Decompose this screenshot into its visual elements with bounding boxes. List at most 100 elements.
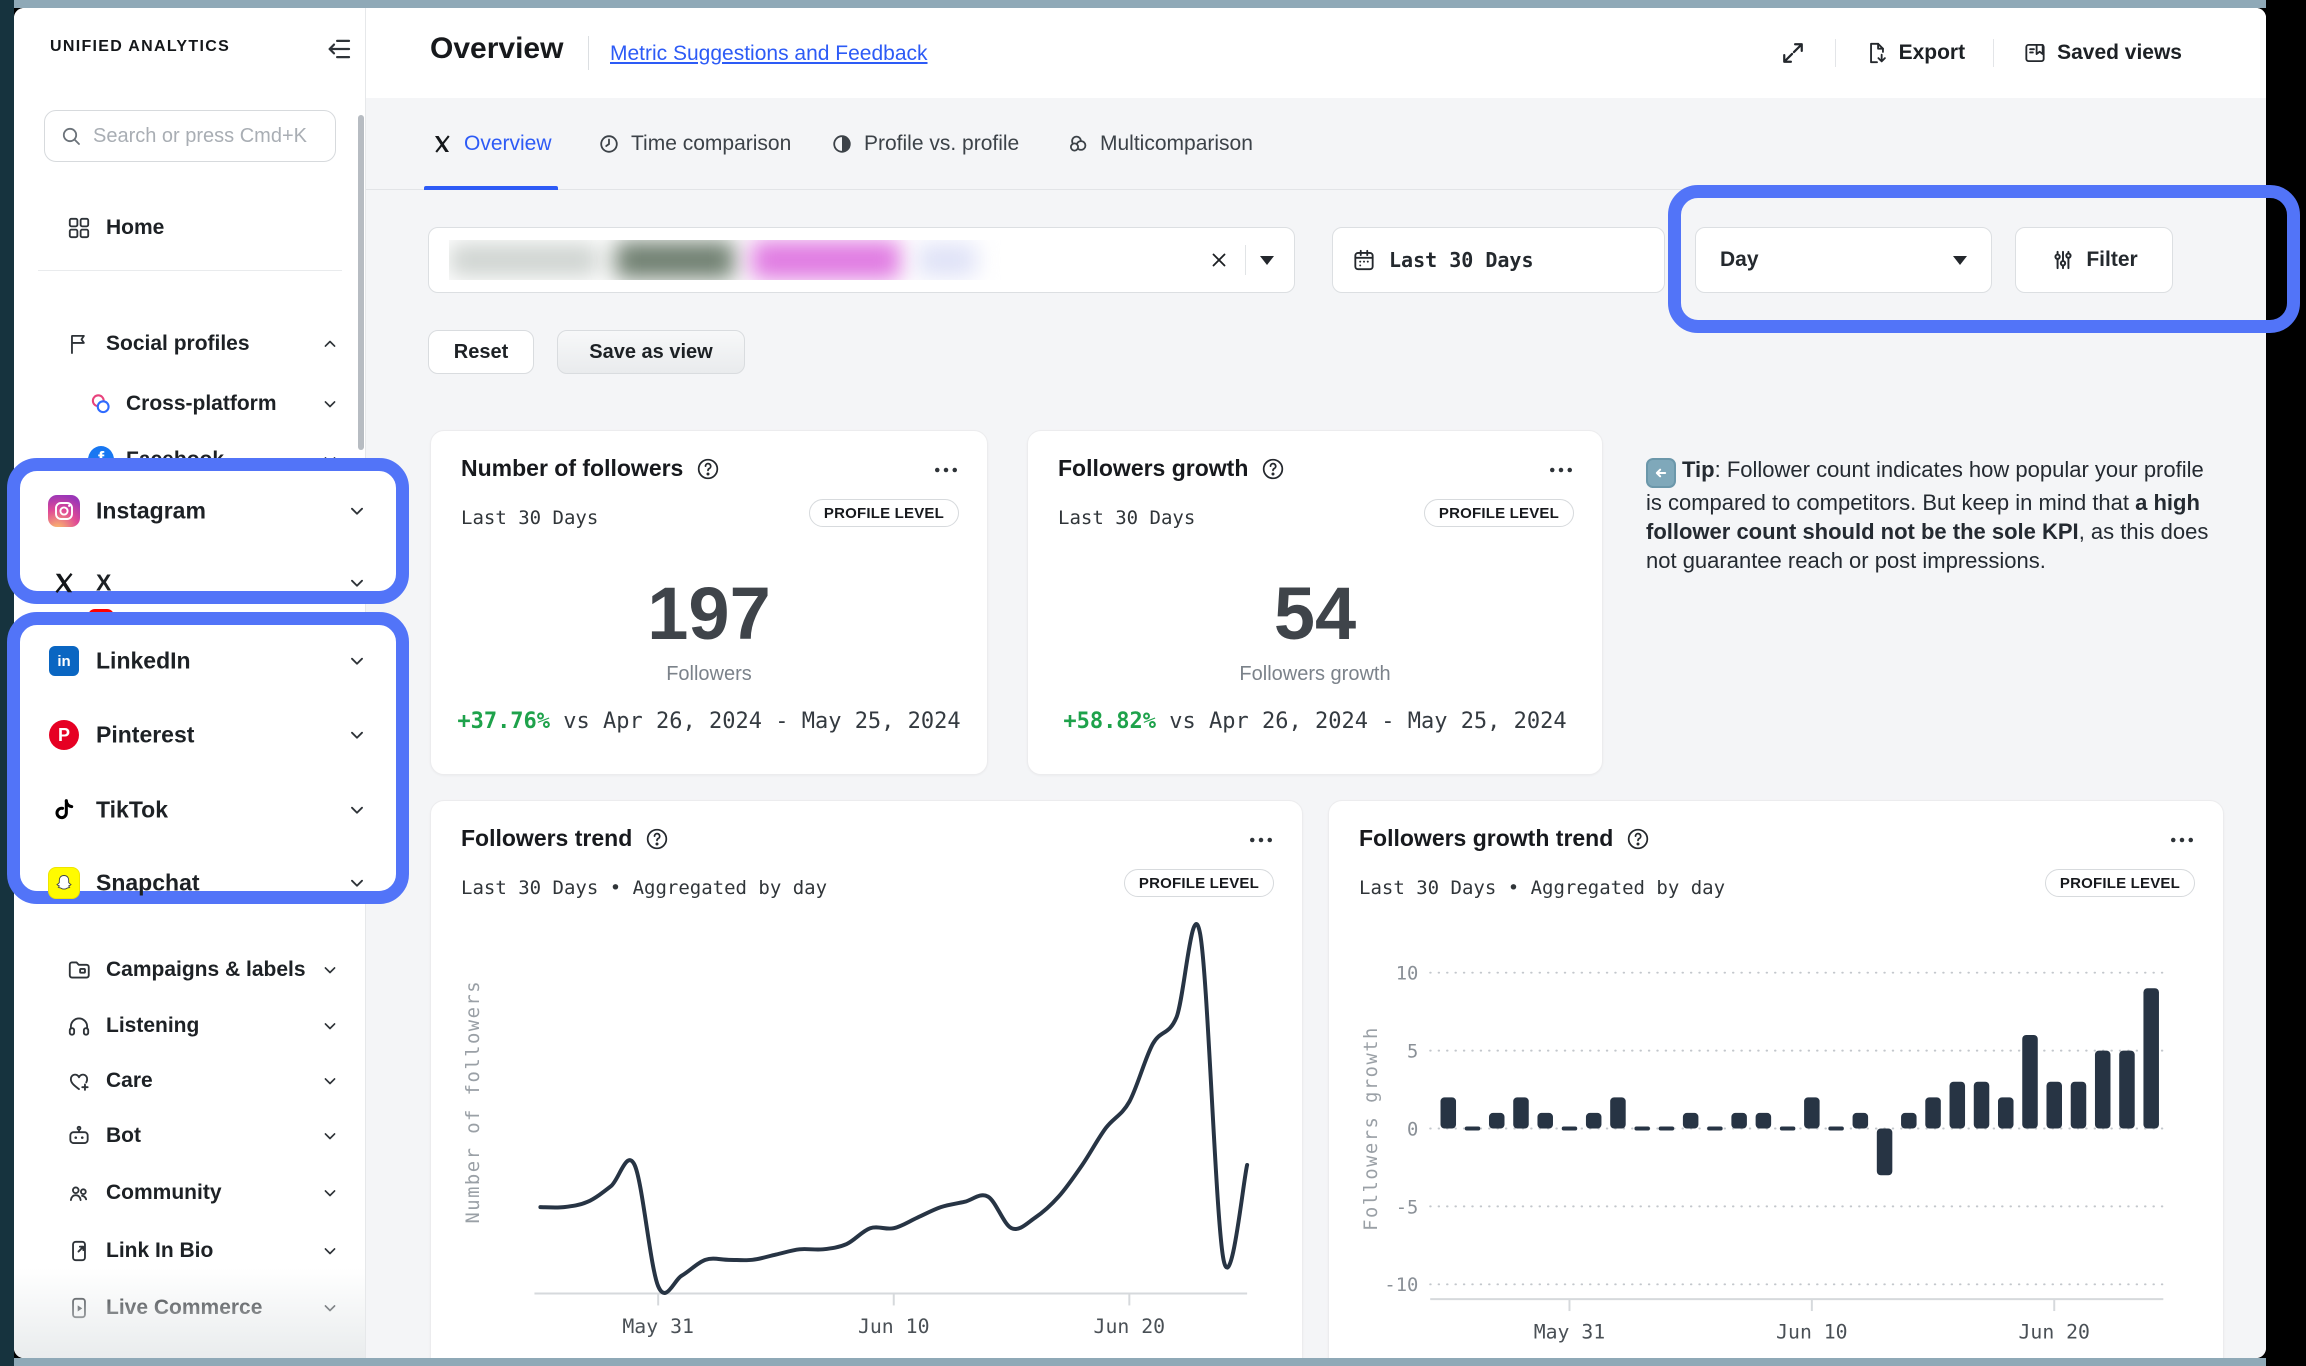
sidebar-item-linkedin[interactable]: in LinkedIn: [20, 625, 396, 697]
sidebar-item-tiktok[interactable]: TikTok: [20, 774, 396, 846]
sidebar-item-label: LinkedIn: [96, 648, 191, 675]
profile-selector[interactable]: [428, 227, 1295, 293]
sidebar-item-care[interactable]: Care: [14, 1053, 366, 1109]
card-menu-icon[interactable]: [2167, 825, 2197, 855]
svg-text:-5: -5: [1396, 1197, 1419, 1218]
card-period: Last 30 Days • Aggregated by day: [1359, 877, 1725, 899]
followers-growth-trend-chart: 1050-5-10May 31Jun 10Jun 20Followers gro…: [1357, 903, 2193, 1354]
help-icon[interactable]: [695, 456, 721, 482]
sidebar-item-listening[interactable]: Listening: [14, 998, 366, 1054]
sidebar-item-x[interactable]: X: [20, 547, 396, 619]
sidebar-item-social-profiles[interactable]: Social profiles: [14, 316, 366, 372]
save-as-view-button[interactable]: Save as view: [557, 330, 745, 374]
phone-play-icon: [66, 1295, 92, 1321]
search-input[interactable]: Search or press Cmd+K: [44, 110, 336, 162]
robot-icon: [66, 1123, 92, 1149]
chevron-down-icon[interactable]: [320, 1183, 340, 1203]
export-label: Export: [1899, 41, 1966, 65]
tab-profile-vs-profile[interactable]: Profile vs. profile: [830, 98, 1019, 190]
phone-link-icon: [66, 1238, 92, 1264]
reset-button[interactable]: Reset: [428, 330, 534, 374]
growth-unit: Followers growth: [1028, 663, 1602, 686]
clock-icon: [597, 132, 621, 156]
selector-caret-icon[interactable]: [1260, 256, 1274, 265]
sidebar-item-community[interactable]: Community: [14, 1165, 366, 1221]
tab-multicomparison[interactable]: Multicomparison: [1066, 98, 1253, 190]
chevron-down-icon[interactable]: [346, 799, 368, 821]
title-divider: [588, 36, 589, 70]
followers-delta: +37.76% vs Apr 26, 2024 - May 25, 2024: [431, 709, 987, 734]
sidebar-item-label: Cross-platform: [126, 392, 277, 416]
sidebar-item-label: Listening: [106, 1014, 199, 1038]
followers-card: Number of followers Last 30 Days PROFILE…: [430, 430, 988, 775]
card-menu-icon[interactable]: [1546, 455, 1576, 485]
chevron-down-icon[interactable]: [346, 572, 368, 594]
expand-icon[interactable]: [1779, 39, 1807, 67]
followers-unit: Followers: [431, 663, 987, 686]
chevron-down-icon[interactable]: [346, 724, 368, 746]
date-range-picker[interactable]: Last 30 Days: [1332, 227, 1665, 293]
sidebar-collapse-icon[interactable]: [324, 34, 354, 64]
chevron-down-icon[interactable]: [346, 872, 368, 894]
followers-trend-chart: 140145150155160165170May 31Jun 10Jun 20N…: [459, 903, 1272, 1354]
sidebar-item-cross-platform[interactable]: Cross-platform: [14, 376, 366, 432]
header-divider: [1993, 39, 1994, 67]
sidebar-item-live-commerce[interactable]: Live Commerce: [14, 1280, 366, 1336]
help-icon[interactable]: [1625, 826, 1651, 852]
compare-period: vs Apr 26, 2024 - May 25, 2024: [563, 709, 960, 734]
export-icon: [1864, 40, 1890, 66]
chevron-down-icon[interactable]: [320, 394, 340, 414]
chevron-down-icon[interactable]: [320, 1071, 340, 1091]
chevron-down-icon[interactable]: [320, 1016, 340, 1036]
followers-growth-card: Followers growth Last 30 Days PROFILE LE…: [1027, 430, 1603, 775]
sidebar-item-label: Community: [106, 1181, 222, 1205]
pinterest-icon: P: [48, 719, 80, 751]
sidebar-item-home[interactable]: Home: [14, 200, 366, 256]
chevron-down-icon[interactable]: [346, 500, 368, 522]
sidebar-item-bot[interactable]: Bot: [14, 1108, 366, 1164]
export-button[interactable]: Export: [1864, 40, 1966, 66]
saved-views-icon: [2022, 40, 2048, 66]
chevron-up-icon[interactable]: [320, 334, 340, 354]
sidebar-item-pinterest[interactable]: P Pinterest: [20, 699, 396, 771]
card-title: Followers growth: [1058, 455, 1248, 482]
sidebar-item-label: Social profiles: [106, 332, 250, 356]
search-icon: [59, 124, 83, 148]
desktop-edge-top: [14, 0, 2266, 8]
tab-overview[interactable]: Overview: [430, 98, 552, 190]
svg-text:May 31: May 31: [1534, 1321, 1605, 1344]
svg-text:-10: -10: [1384, 1275, 1418, 1296]
sidebar-item-instagram[interactable]: Instagram: [20, 475, 396, 547]
date-range-label: Last 30 Days: [1389, 248, 1534, 272]
chevron-down-icon[interactable]: [320, 1298, 340, 1318]
half-circle-icon: [830, 132, 854, 156]
profile-level-badge: PROFILE LEVEL: [809, 499, 959, 527]
annotation-box-platforms: in LinkedIn P Pinterest TikTok Snapchat: [7, 612, 409, 904]
followers-trend-card: Followers trend Last 30 Days • Aggregate…: [430, 800, 1303, 1358]
sidebar-item-link-in-bio[interactable]: Link In Bio: [14, 1223, 366, 1279]
chevron-down-icon[interactable]: [346, 650, 368, 672]
sidebar-scrollbar[interactable]: [358, 115, 364, 450]
sidebar-item-label: TikTok: [96, 797, 168, 824]
clear-selection-icon[interactable]: [1207, 248, 1231, 272]
tab-label: Overview: [464, 132, 552, 156]
card-menu-icon[interactable]: [1246, 825, 1276, 855]
help-icon[interactable]: [644, 826, 670, 852]
annotation-box-instagram-x: Instagram X: [7, 458, 409, 604]
x-logo-icon: [48, 567, 80, 599]
chevron-down-icon[interactable]: [320, 960, 340, 980]
sidebar-item-snapchat[interactable]: Snapchat: [20, 847, 396, 919]
growth-value: 54: [1028, 571, 1602, 656]
multi-circles-icon: [1066, 132, 1090, 156]
folder-icon: [66, 957, 92, 983]
sidebar-item-campaigns-labels[interactable]: Campaigns & labels: [14, 942, 366, 998]
help-icon[interactable]: [1260, 456, 1286, 482]
svg-text:Jun 10: Jun 10: [858, 1315, 930, 1338]
metric-suggestions-link[interactable]: Metric Suggestions and Feedback: [610, 42, 928, 66]
tab-time-comparison[interactable]: Time comparison: [597, 98, 791, 190]
card-menu-icon[interactable]: [931, 455, 961, 485]
chevron-down-icon[interactable]: [320, 1126, 340, 1146]
delta-percent: +58.82%: [1063, 709, 1156, 734]
saved-views-button[interactable]: Saved views: [2022, 40, 2182, 66]
chevron-down-icon[interactable]: [320, 1241, 340, 1261]
